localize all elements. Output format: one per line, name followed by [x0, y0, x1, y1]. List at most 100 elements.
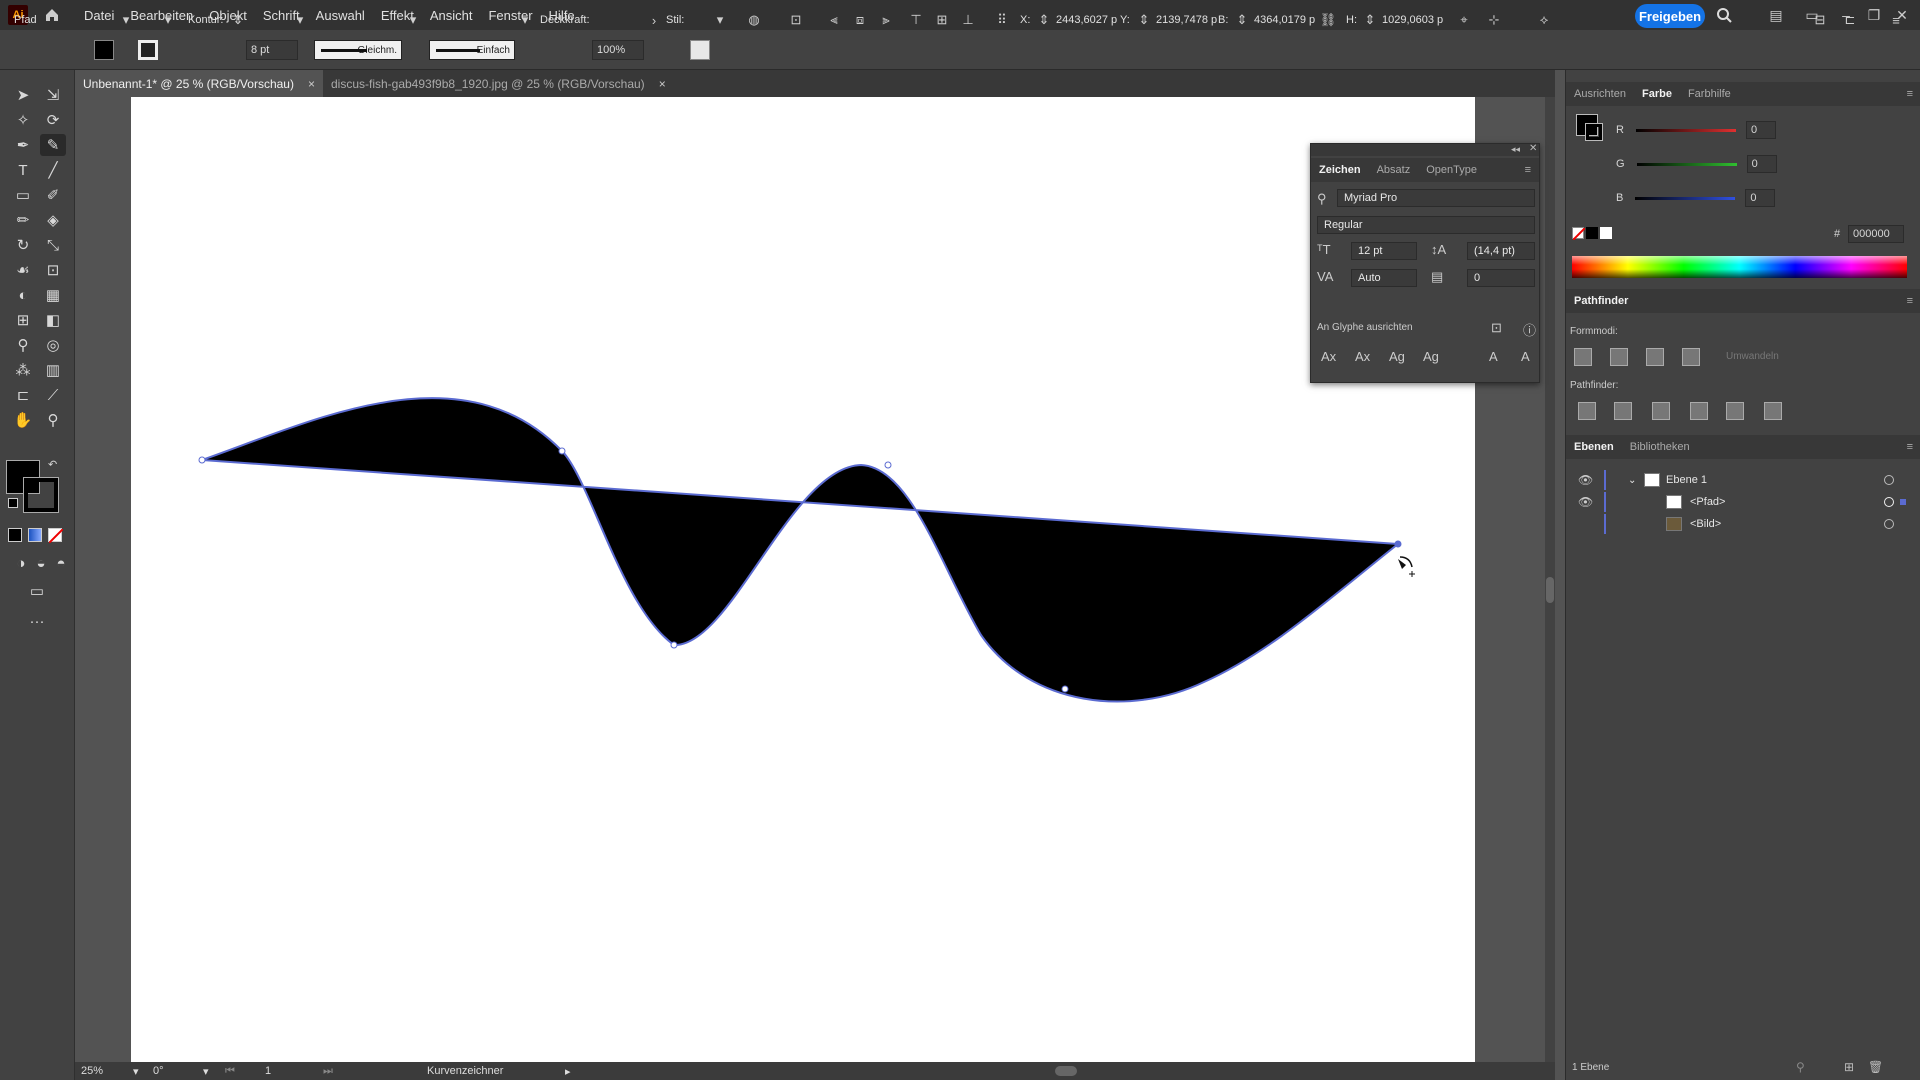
menu-icon[interactable]: ≡: [1899, 295, 1920, 307]
tab-farbhilfe[interactable]: Farbhilfe: [1680, 88, 1739, 100]
snap-bounds-icon[interactable]: Ag: [1389, 349, 1405, 364]
leading-field[interactable]: (14,4 pt): [1467, 242, 1535, 260]
anchor-point[interactable]: [1394, 540, 1402, 548]
close-icon[interactable]: ×: [308, 77, 315, 91]
stepper-icon[interactable]: ⇕: [1134, 10, 1154, 30]
last-artboard-icon[interactable]: ⏭: [323, 1065, 333, 1078]
slider-track[interactable]: [1635, 128, 1736, 132]
isolate-icon[interactable]: ⊹: [1484, 10, 1504, 30]
snap-angular-icon[interactable]: A: [1489, 349, 1498, 364]
stroke-color-swatch[interactable]: [1585, 123, 1603, 141]
free-transform-tool-icon[interactable]: ⊡: [40, 259, 66, 281]
opacity-field[interactable]: 100%: [592, 40, 644, 60]
direct-selection-tool-icon[interactable]: ⇲: [40, 84, 66, 106]
color-mode-icon[interactable]: [8, 528, 22, 542]
tab-ausrichten[interactable]: Ausrichten: [1566, 88, 1634, 100]
workspace-icon[interactable]: ▤: [1764, 4, 1788, 26]
snap-proximity-icon[interactable]: Ag: [1423, 349, 1439, 364]
stroke-weight-field[interactable]: 8 pt: [246, 40, 298, 60]
crop-icon[interactable]: [1690, 402, 1708, 420]
menu-datei[interactable]: Datei: [84, 8, 114, 23]
kerning-field[interactable]: Auto: [1351, 269, 1417, 287]
paintbrush-tool-icon[interactable]: ✐: [40, 184, 66, 206]
artboard[interactable]: [131, 97, 1475, 1062]
tab-farbe[interactable]: Farbe: [1634, 88, 1680, 100]
exclude-icon[interactable]: [1682, 348, 1700, 366]
snap-baseline-icon[interactable]: Ax: [1321, 349, 1336, 364]
collapse-icon[interactable]: ◂◂: [1511, 144, 1520, 155]
zoom-field[interactable]: 25%: [81, 1065, 103, 1077]
restore-icon[interactable]: ❐: [1862, 4, 1886, 26]
link-icon[interactable]: ⛓: [1318, 10, 1338, 30]
channel-value[interactable]: 0: [1745, 189, 1776, 207]
target-icon[interactable]: [1884, 519, 1894, 529]
chevron-down-icon[interactable]: ▾: [290, 10, 310, 30]
channel-value[interactable]: 0: [1746, 155, 1777, 173]
stepper-icon[interactable]: ⇕: [228, 10, 248, 30]
intersect-icon[interactable]: [1646, 348, 1664, 366]
line-tool-icon[interactable]: ╱: [40, 159, 66, 181]
layer-row[interactable]: 👁 <Pfad>: [1566, 491, 1920, 513]
brush-select[interactable]: Einfach: [429, 40, 515, 60]
tab-zeichen[interactable]: Zeichen: [1311, 164, 1369, 176]
tab-opentype[interactable]: OpenType: [1418, 164, 1485, 176]
y-field[interactable]: 2139,7478 p: [1156, 10, 1217, 30]
menu-icon[interactable]: ≡: [1899, 441, 1920, 453]
chevron-down-icon[interactable]: ▾: [158, 10, 178, 30]
none-mode-icon[interactable]: [48, 528, 64, 544]
align-bottom-icon[interactable]: ⊥: [958, 10, 978, 30]
swap-colors-icon[interactable]: ↶: [48, 458, 57, 471]
align-left-icon[interactable]: ⫷: [824, 10, 844, 30]
eraser-tool-icon[interactable]: ◈: [40, 209, 66, 231]
shaper-tool-icon[interactable]: ✏: [10, 209, 36, 231]
wave-path[interactable]: [201, 397, 1401, 703]
pen-tool-icon[interactable]: ✒: [10, 134, 36, 156]
chevron-down-icon[interactable]: ▾: [710, 10, 730, 30]
menu-icon[interactable]: ≡: [1886, 10, 1906, 30]
font-family-select[interactable]: Myriad Pro: [1337, 189, 1535, 207]
tracking-field[interactable]: 0: [1467, 269, 1535, 287]
channel-value[interactable]: 0: [1745, 121, 1776, 139]
warp-tool-icon[interactable]: ☙: [10, 259, 36, 281]
font-size-field[interactable]: 12 pt: [1351, 242, 1417, 260]
default-colors-icon[interactable]: [8, 498, 18, 508]
horizontal-scroll-thumb[interactable]: [1055, 1066, 1077, 1076]
column-graph-tool-icon[interactable]: ▥: [40, 359, 66, 381]
none-swatch[interactable]: [1572, 227, 1586, 241]
selection-indicator[interactable]: [1900, 499, 1906, 505]
panel-toggle-icon[interactable]: ⊟: [1810, 10, 1830, 30]
stroke-swatch[interactable]: [138, 40, 158, 60]
slider-track[interactable]: [1635, 196, 1736, 200]
slice-tool-icon[interactable]: ⟋: [40, 384, 66, 406]
opacity-label[interactable]: Deckkraft:: [540, 10, 590, 30]
artboard-number-field[interactable]: 1: [265, 1065, 271, 1077]
slider-r[interactable]: R 0: [1616, 120, 1916, 140]
snap-options-icon[interactable]: ⊡: [1491, 320, 1502, 336]
anchor-point[interactable]: [558, 447, 566, 455]
tab-ebenen[interactable]: Ebenen: [1566, 441, 1622, 453]
type-tool-icon[interactable]: T: [10, 159, 36, 181]
search-icon[interactable]: ⚲: [1317, 191, 1327, 207]
unite-icon[interactable]: [1574, 348, 1592, 366]
home-icon[interactable]: [42, 5, 62, 25]
lasso-tool-icon[interactable]: ⟳: [40, 109, 66, 131]
screen-mode-icon[interactable]: ▭: [24, 580, 50, 602]
gradient-mode-icon[interactable]: [28, 528, 42, 542]
snap-xheight-icon[interactable]: Ax: [1355, 349, 1370, 364]
rotate-tool-icon[interactable]: ↻: [10, 234, 36, 256]
white-swatch[interactable]: [1600, 227, 1612, 239]
chevron-down-icon[interactable]: ⌄: [1628, 475, 1636, 486]
trim-icon[interactable]: [1614, 402, 1632, 420]
minus-back-icon[interactable]: [1764, 402, 1782, 420]
fill-swatch[interactable]: [94, 40, 114, 60]
anchor-point[interactable]: [198, 456, 206, 464]
layer-name[interactable]: <Pfad>: [1690, 496, 1725, 508]
gradient-tool-icon[interactable]: ◧: [40, 309, 66, 331]
tab-bibliotheken[interactable]: Bibliotheken: [1622, 441, 1698, 453]
style-swatch[interactable]: [690, 40, 710, 60]
tab-absatz[interactable]: Absatz: [1369, 164, 1419, 176]
chevron-right-icon[interactable]: ›: [644, 10, 664, 30]
x-field[interactable]: 2443,6027 p: [1056, 10, 1117, 30]
expand-button[interactable]: Umwandeln: [1726, 351, 1779, 362]
shape-builder-tool-icon[interactable]: ◐: [10, 284, 36, 306]
